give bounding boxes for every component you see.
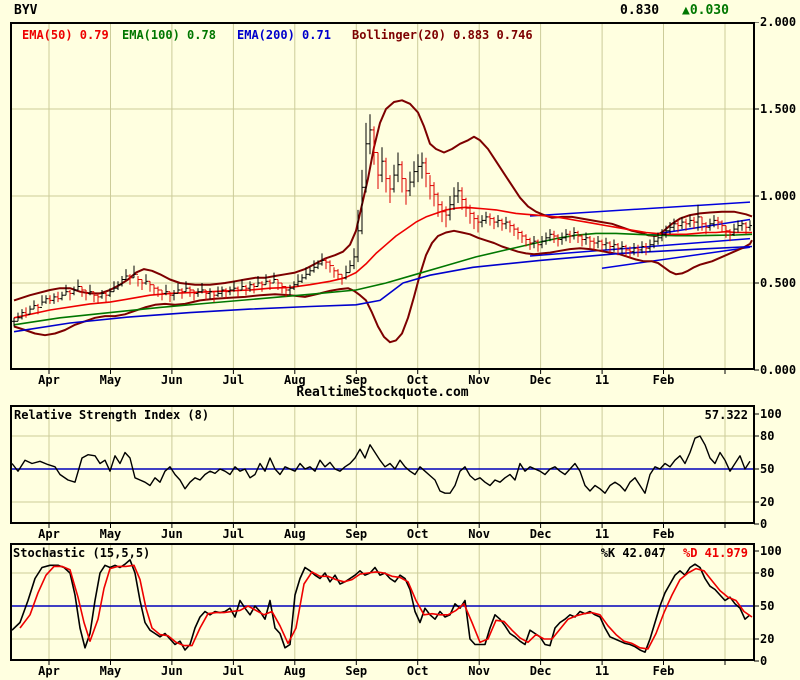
x-axis-month-label: Oct <box>406 664 429 678</box>
x-axis-month-label: Jun <box>161 373 183 387</box>
last-price: 0.830 <box>620 3 660 18</box>
y-axis-label: 100 <box>760 407 782 421</box>
y-axis-label: 20 <box>760 632 775 646</box>
x-axis-month-label: Dec <box>529 527 552 541</box>
x-axis-month-label: Oct <box>406 373 429 387</box>
x-axis-month-label: Jul <box>222 527 245 541</box>
x-axis-month-label: May <box>99 373 122 387</box>
x-axis-month-label: Oct <box>406 527 429 541</box>
legend-ema100: EMA(100) 0.78 <box>122 28 216 42</box>
x-axis-month-label: Aug <box>283 527 306 541</box>
x-axis-month-label: Sep <box>345 664 368 678</box>
y-axis-label: 80 <box>760 429 775 443</box>
x-axis-month-label: 11 <box>594 664 610 678</box>
legend-bollinger: Bollinger(20) 0.883 0.746 <box>352 28 533 42</box>
y-axis-label: 1.000 <box>760 189 797 203</box>
x-axis-month-label: Jul <box>222 664 245 678</box>
y-axis-label: 1.500 <box>760 102 797 116</box>
stochastic-current-values: %K 42.047 %D 41.979 <box>10 546 748 560</box>
y-axis-label: 20 <box>760 495 775 509</box>
y-axis-label: 0.000 <box>760 363 797 377</box>
x-axis-month-label: May <box>99 527 122 541</box>
legend-ema50: EMA(50) 0.79 <box>22 28 109 42</box>
x-axis-month-label: Dec <box>529 664 552 678</box>
x-axis-month-label: Feb <box>652 373 675 387</box>
x-axis-month-label: Sep <box>345 373 368 387</box>
stochastic-chart <box>10 543 759 665</box>
x-axis-month-label: Apr <box>38 373 60 387</box>
y-axis-label: 2.000 <box>760 15 797 29</box>
x-axis-month-label: Sep <box>345 527 368 541</box>
x-axis-month-label: Nov <box>468 373 490 387</box>
x-axis-month-label: Dec <box>529 373 552 387</box>
x-axis-month-label: 11 <box>594 527 610 541</box>
x-axis-month-label: Feb <box>652 664 675 678</box>
stochastic-k-value: %K 42.047 <box>600 546 666 560</box>
rsi-chart <box>10 405 759 528</box>
x-axis-month-label: Aug <box>283 664 306 678</box>
site-watermark: RealtimeStockquote.com <box>296 385 469 400</box>
legend-ema200: EMA(200) 0.71 <box>237 28 331 42</box>
y-axis-label: 0 <box>760 654 768 668</box>
x-axis-month-label: Aug <box>283 373 306 387</box>
x-axis-month-label: Apr <box>38 664 60 678</box>
price-change-badge: ▲0.030 <box>682 3 729 18</box>
y-axis-label: 80 <box>760 566 775 580</box>
price-chart <box>10 22 759 374</box>
y-axis-label: 50 <box>760 599 775 613</box>
x-axis-month-label: Jun <box>161 664 183 678</box>
x-axis-month-label: Feb <box>652 527 675 541</box>
stock-quote-page: { "header": {"symbol": "BYV", "last_pric… <box>0 0 800 680</box>
stochastic-d-value: %D 41.979 <box>682 546 748 560</box>
y-axis-label: 100 <box>760 544 782 558</box>
x-axis-month-label: Nov <box>468 664 490 678</box>
y-axis-label: 0 <box>760 517 768 531</box>
quote-header: BYV 0.830 ▲0.030 <box>0 3 800 21</box>
y-axis-label: 0.500 <box>760 276 797 290</box>
y-axis-label: 50 <box>760 462 775 476</box>
x-axis-month-label: Jun <box>161 527 183 541</box>
x-axis-month-label: Nov <box>468 527 490 541</box>
ticker-symbol: BYV <box>14 3 38 18</box>
x-axis-month-label: Jul <box>222 373 245 387</box>
rsi-current-value: 57.322 <box>704 408 748 422</box>
x-axis-month-label: Apr <box>38 527 60 541</box>
x-axis-month-label: 11 <box>594 373 610 387</box>
x-axis-month-label: May <box>99 664 122 678</box>
